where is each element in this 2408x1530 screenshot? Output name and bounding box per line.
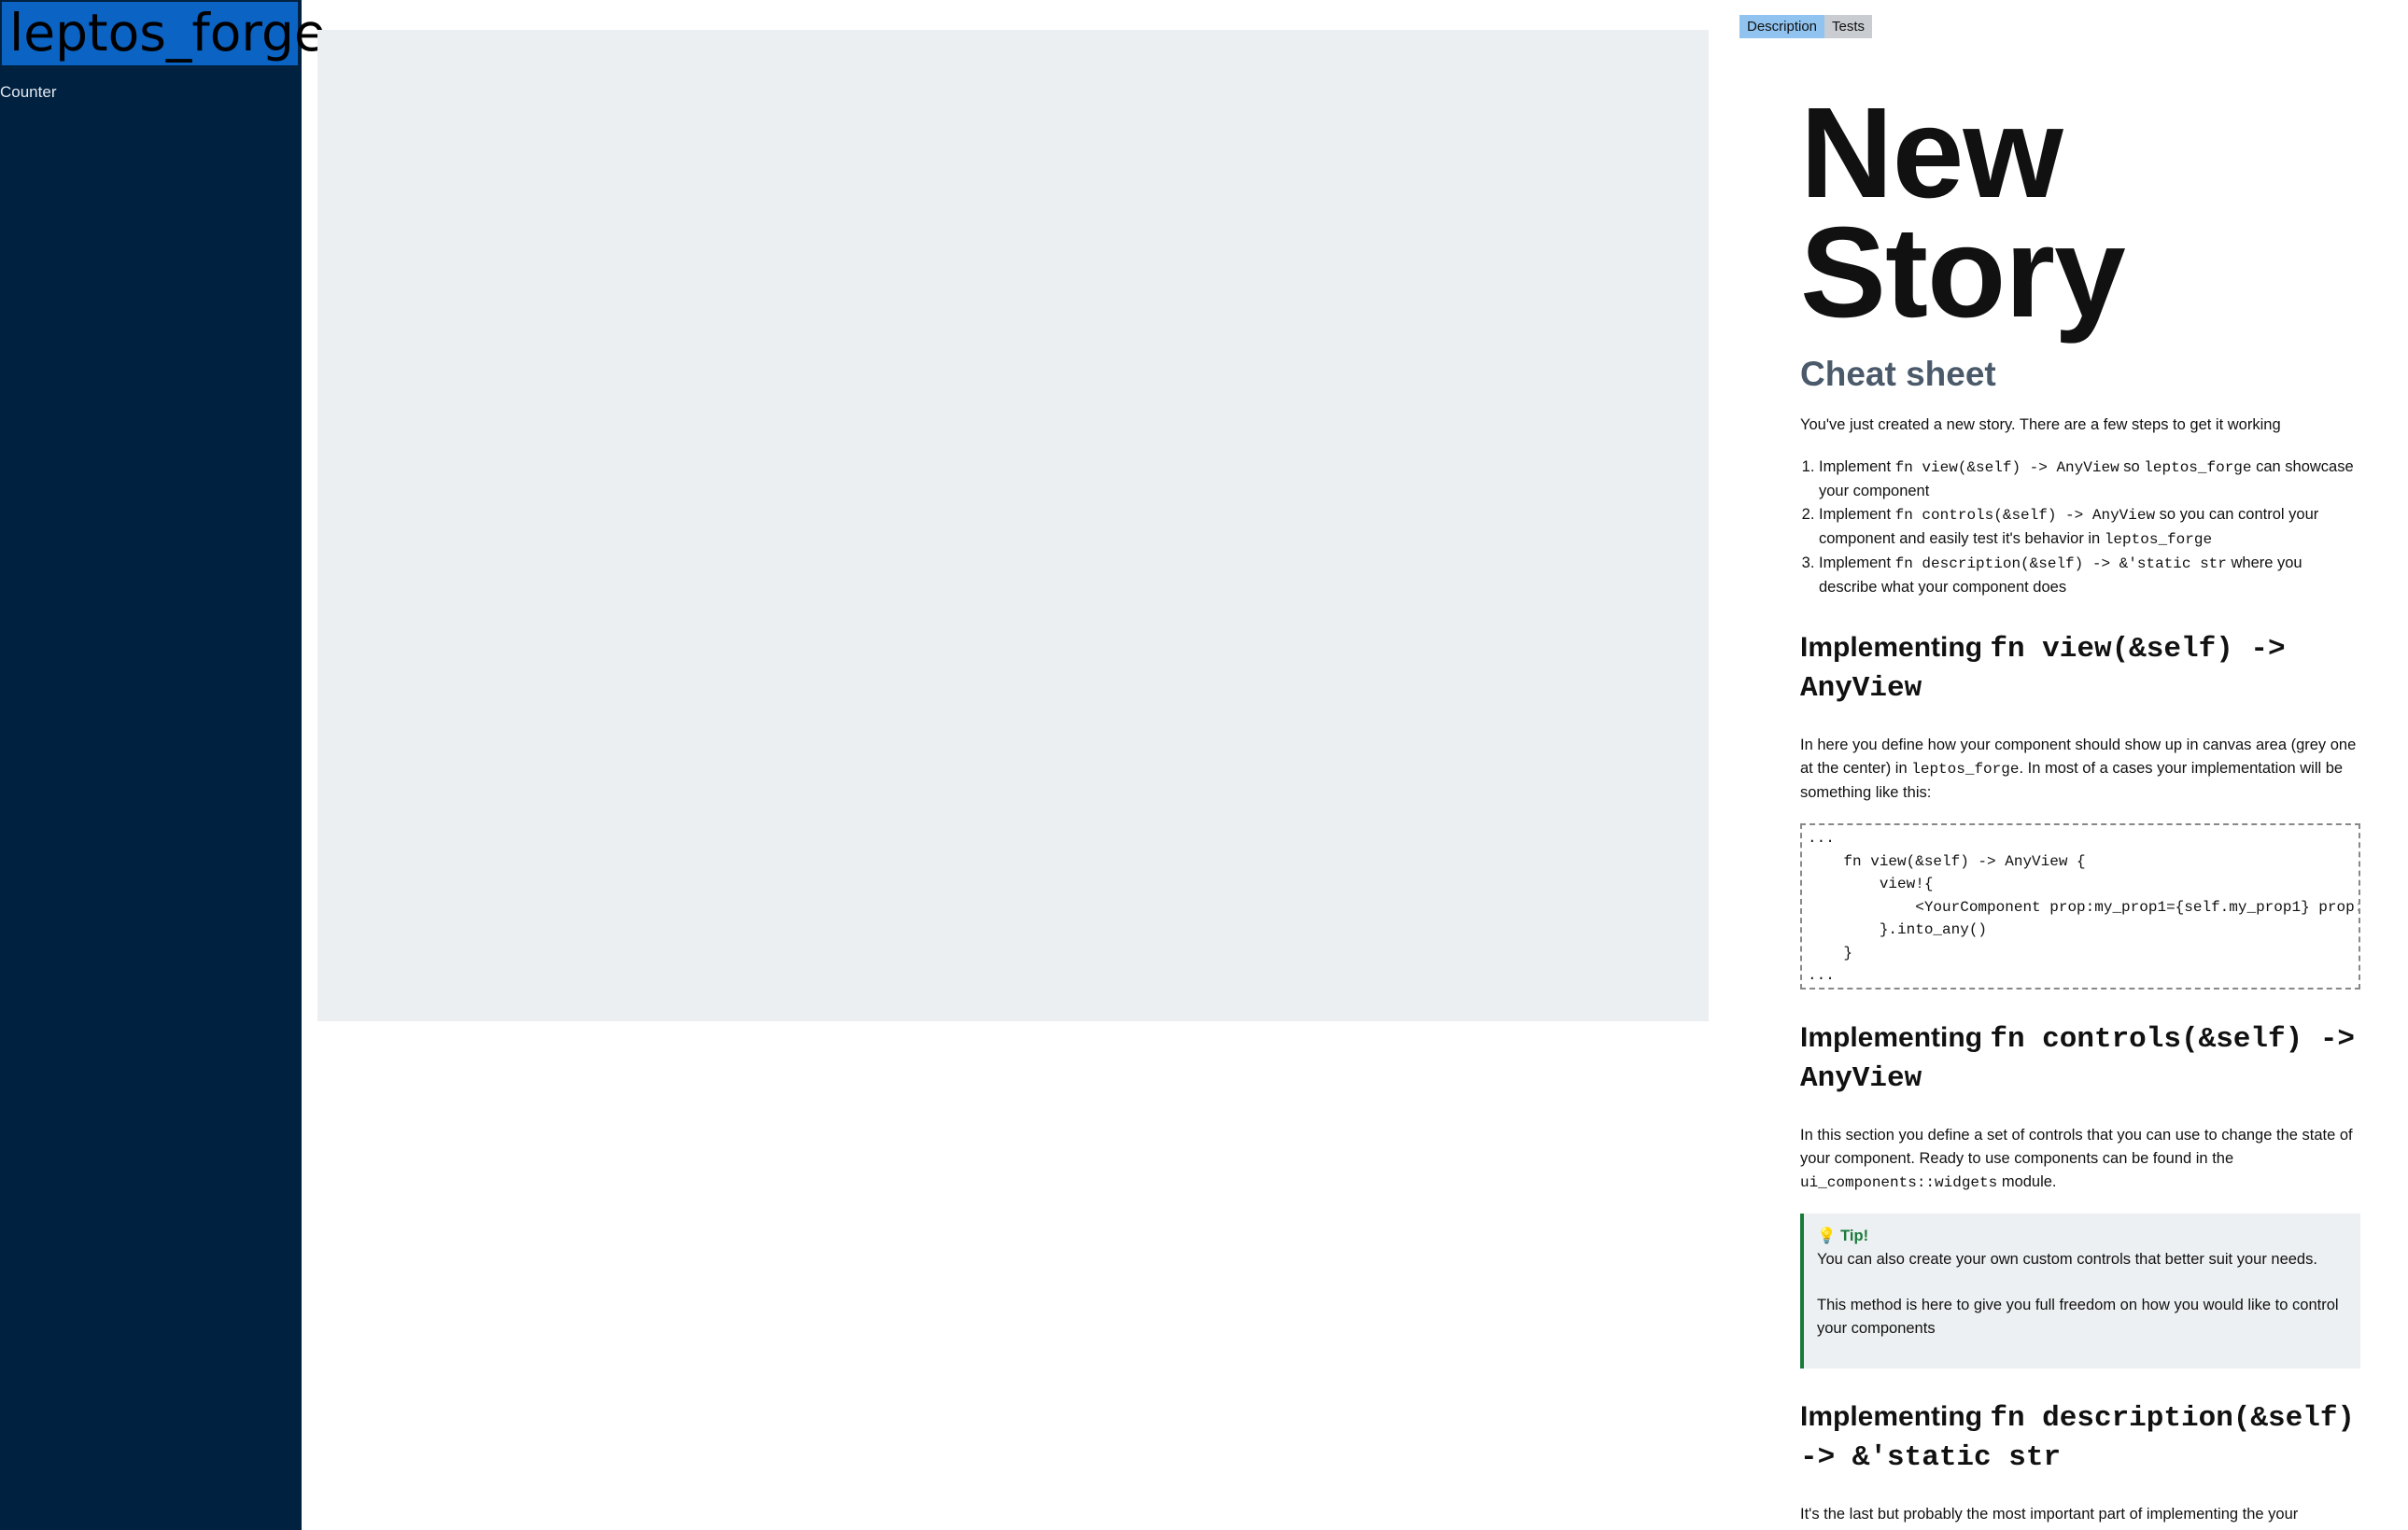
brand-logo[interactable]: leptos_forge [2, 2, 326, 65]
heading-text: Implementing [1800, 1401, 1991, 1432]
view-section-paragraph: In here you define how your component sh… [1800, 734, 2360, 805]
tab-tests[interactable]: Tests [1824, 15, 1873, 38]
description-section-heading: Implementing fn description(&self) -> &'… [1800, 1398, 2360, 1477]
inline-code: fn description(&self) -> &'static str [1894, 555, 2227, 572]
story-canvas[interactable] [317, 30, 1709, 1021]
controls-section-paragraph: In this section you define a set of cont… [1800, 1124, 2360, 1195]
list-item: Implement fn controls(&self) -> AnyView … [1819, 503, 2360, 552]
paragraph-text: module. [1997, 1173, 2057, 1190]
cheat-sheet-heading: Cheat sheet [1800, 355, 1996, 393]
tip-line: You can also create your own custom cont… [1817, 1251, 2317, 1268]
step-text: Implement [1819, 458, 1895, 475]
tip-callout: 💡 Tip! You can also create your own cust… [1800, 1214, 2360, 1369]
steps-list: Implement fn view(&self) -> AnyView so l… [1800, 456, 2360, 599]
description-section-paragraph: It's the last but probably the most impo… [1800, 1506, 2299, 1523]
paragraph-text: In this section you define a set of cont… [1800, 1127, 2353, 1167]
inline-code: ui_components::widgets [1800, 1174, 1998, 1191]
description-panel: New Story Cheat sheet You've just create… [1800, 93, 2360, 1530]
tab-description[interactable]: Description [1739, 15, 1825, 38]
list-item: Implement fn view(&self) -> AnyView so l… [1819, 456, 2360, 503]
heading-text: Implementing [1800, 632, 1991, 663]
inline-code: leptos_forge [2144, 459, 2252, 476]
inline-code: leptos_forge [1911, 761, 2020, 778]
code-block: ... fn view(&self) -> AnyView { view!{ <… [1800, 823, 2360, 990]
inline-code: fn controls(&self) -> AnyView [1894, 507, 2156, 524]
tip-title: 💡 Tip! [1817, 1228, 1869, 1244]
list-item: Implement fn description(&self) -> &'sta… [1819, 552, 2360, 599]
sidebar-item-counter[interactable]: Counter [0, 83, 56, 102]
heading-text: Implementing [1800, 1022, 1991, 1053]
controls-section-heading: Implementing fn controls(&self) -> AnyVi… [1800, 1019, 2360, 1098]
step-text: Implement [1819, 506, 1895, 523]
view-section-heading: Implementing fn view(&self) -> AnyView [1800, 629, 2360, 708]
inline-code: fn view(&self) -> AnyView [1894, 459, 2119, 476]
tip-line: This method is here to give you full fre… [1817, 1297, 2339, 1337]
intro-paragraph: You've just created a new story. There a… [1800, 416, 2281, 433]
sidebar: leptos_forge Counter [0, 0, 326, 1530]
inline-code: leptos_forge [2104, 531, 2213, 548]
step-text: so [2119, 458, 2145, 475]
panel-tabs: Description Tests [1739, 15, 1873, 38]
step-text: Implement [1819, 554, 1895, 571]
story-title: New Story [1800, 93, 2126, 344]
